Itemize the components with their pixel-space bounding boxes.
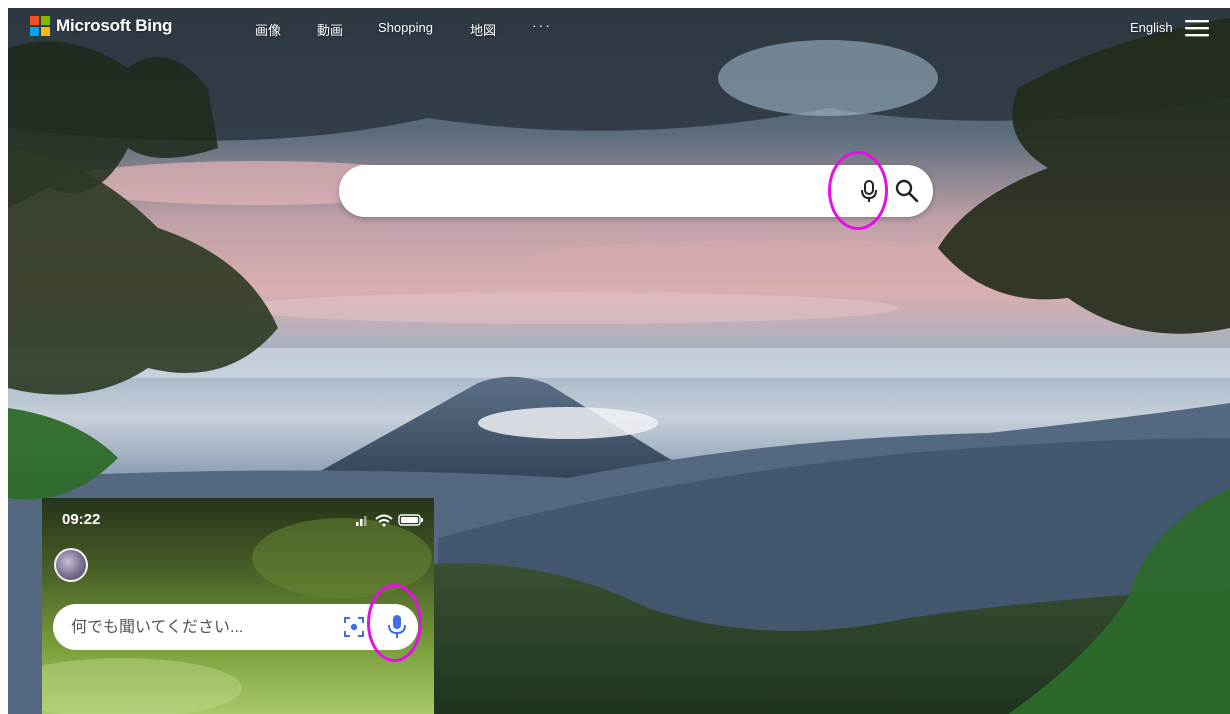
search-input[interactable]: [359, 175, 833, 209]
phone-search-input[interactable]: [69, 612, 333, 644]
language-link[interactable]: English: [1130, 20, 1173, 35]
bing-homepage: Microsoft Bing 画像 動画 Shopping 地図 ··· Eng…: [8, 8, 1230, 714]
phone-status-icons: [356, 514, 423, 527]
magnifier-icon[interactable]: [893, 177, 921, 205]
microphone-icon[interactable]: [855, 177, 883, 205]
microphone-icon[interactable]: [385, 614, 409, 640]
nav-images[interactable]: 画像: [255, 20, 281, 39]
mobile-app-screenshot: 09:22: [42, 498, 434, 714]
phone-status-time: 09:22: [62, 511, 101, 528]
phone-search-box: [53, 604, 418, 650]
bing-logo[interactable]: Microsoft Bing: [30, 16, 172, 36]
nav-maps[interactable]: 地図: [470, 20, 496, 39]
search-box: [339, 165, 933, 217]
visual-search-icon[interactable]: [343, 616, 365, 638]
user-avatar[interactable]: [54, 548, 88, 582]
nav-more-button[interactable]: ···: [532, 17, 552, 33]
nav-shopping[interactable]: Shopping: [378, 20, 433, 35]
nav-videos[interactable]: 動画: [317, 20, 343, 39]
hamburger-menu-icon[interactable]: [1184, 18, 1210, 38]
logo-text: Microsoft Bing: [56, 16, 173, 35]
microsoft-logo-icon: [30, 16, 50, 36]
top-header: Microsoft Bing 画像 動画 Shopping 地図 ··· Eng…: [8, 8, 1230, 48]
